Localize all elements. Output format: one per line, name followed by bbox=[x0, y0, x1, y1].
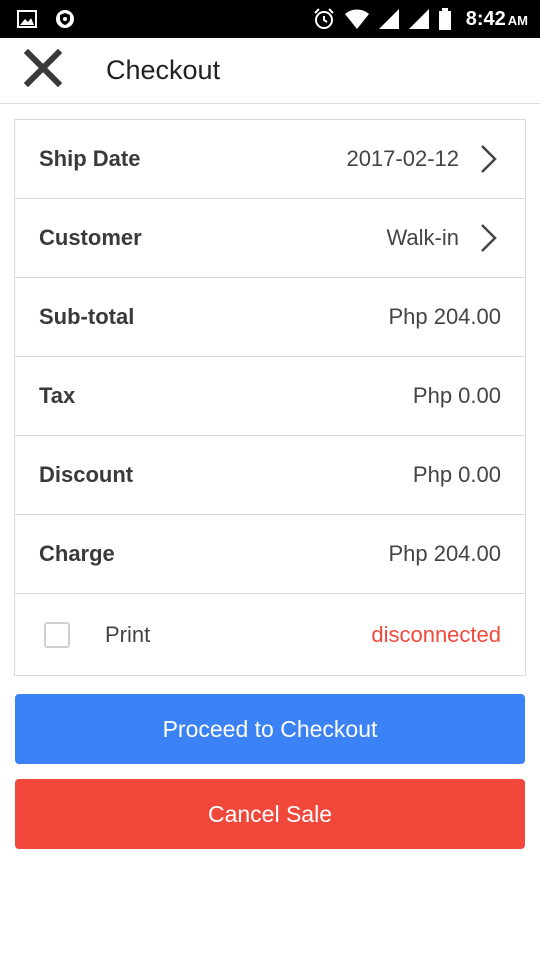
charge-value: Php 204.00 bbox=[388, 541, 501, 566]
ship-date-label: Ship Date bbox=[39, 146, 141, 171]
tax-label: Tax bbox=[39, 383, 76, 408]
subtotal-value: Php 204.00 bbox=[388, 304, 501, 329]
wifi-icon bbox=[344, 8, 370, 30]
tax-value: Php 0.00 bbox=[412, 383, 501, 408]
chevron-right-icon bbox=[477, 144, 499, 174]
vpn-shield-icon bbox=[55, 9, 75, 29]
discount-label: Discount bbox=[39, 462, 134, 487]
app-toolbar: Checkout bbox=[0, 38, 540, 104]
printer-status: disconnected bbox=[371, 621, 501, 647]
cancel-sale-button[interactable]: Cancel Sale bbox=[15, 779, 525, 849]
alarm-icon bbox=[312, 7, 336, 31]
proceed-to-checkout-button[interactable]: Proceed to Checkout bbox=[15, 694, 525, 764]
tax-row: Tax Php 0.00 bbox=[15, 357, 525, 436]
close-button[interactable] bbox=[13, 41, 73, 101]
print-label: Print bbox=[105, 621, 151, 647]
discount-value: Php 0.00 bbox=[412, 462, 501, 487]
signal-icon bbox=[378, 8, 400, 30]
page-title: Checkout bbox=[106, 55, 221, 85]
ship-date-value: 2017-02-12 bbox=[346, 146, 459, 171]
signal-icon bbox=[408, 8, 430, 30]
close-icon bbox=[23, 48, 63, 92]
print-checkbox[interactable] bbox=[44, 621, 70, 648]
subtotal-label: Sub-total bbox=[39, 304, 135, 329]
chevron-right-icon bbox=[477, 223, 499, 253]
status-time: 8:42 AM bbox=[465, 7, 528, 30]
battery-icon bbox=[438, 8, 452, 30]
customer-row[interactable]: Customer Walk-in bbox=[15, 199, 525, 278]
discount-row: Discount Php 0.00 bbox=[15, 436, 525, 515]
print-row: Print disconnected bbox=[15, 594, 525, 676]
customer-value: Walk-in bbox=[386, 225, 459, 250]
status-bar: 8:42 AM bbox=[0, 0, 540, 38]
charge-label: Charge bbox=[39, 541, 115, 566]
checkout-details-card: Ship Date 2017-02-12 Customer Walk-in Su… bbox=[14, 119, 526, 676]
charge-row: Charge Php 204.00 bbox=[15, 515, 525, 594]
ship-date-row[interactable]: Ship Date 2017-02-12 bbox=[15, 120, 525, 199]
image-icon bbox=[17, 10, 37, 28]
customer-label: Customer bbox=[39, 225, 142, 250]
subtotal-row: Sub-total Php 204.00 bbox=[15, 278, 525, 357]
